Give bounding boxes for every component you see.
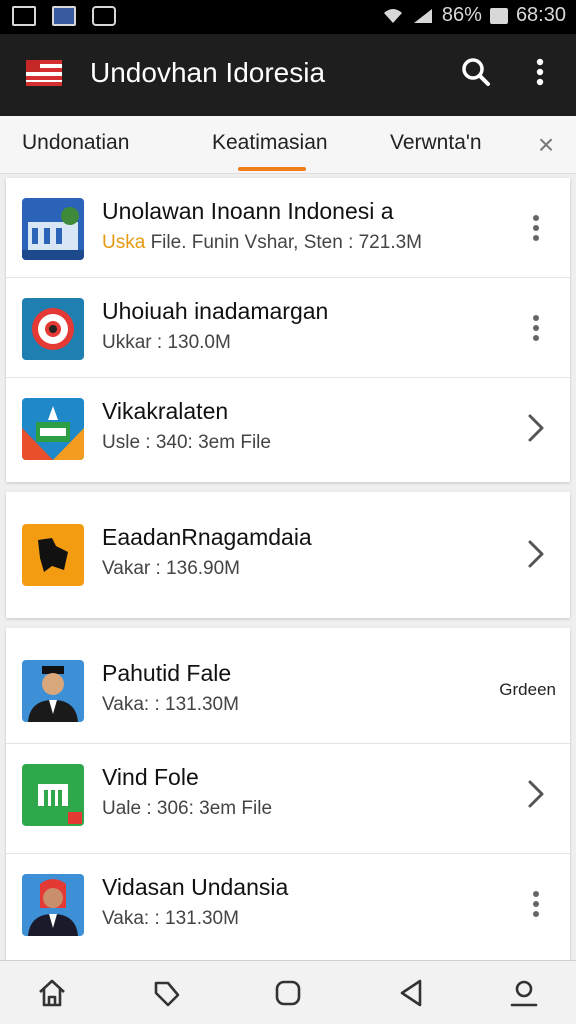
signal-icon: [413, 8, 432, 23]
tab-keatimasian[interactable]: Keatimasian: [212, 128, 328, 158]
list-item[interactable]: EaadanRnagamdaia Vakar : 136.90M: [6, 504, 570, 604]
item-subtitle-rest: File. Funin Vshar, Sten : 721.3M: [145, 232, 422, 253]
wifi-icon: [383, 8, 402, 23]
list-item[interactable]: Vidasan Undansia Vaka: : 131.30M: [6, 854, 570, 964]
more-vert-icon[interactable]: [524, 210, 548, 246]
portrait-red-icon: [22, 874, 84, 936]
building-icon: [22, 198, 84, 260]
chevron-right-icon[interactable]: [522, 776, 550, 812]
item-subtitle: Uale : 306: 3em File: [102, 798, 273, 819]
list-item[interactable]: Vind Fole Uale : 306: 3em File: [6, 744, 570, 854]
status-bar: 86% 68:30: [0, 0, 576, 34]
tab-verwntan[interactable]: Verwnta'n: [390, 128, 482, 158]
tab-bar: Undonatian Keatimasian Verwnta'n ×: [0, 116, 576, 174]
battery-icon: [489, 7, 508, 24]
list-item[interactable]: Pahutid Fale Vaka: : 131.30M Grdeen: [6, 640, 570, 744]
more-vert-icon[interactable]: [524, 310, 548, 346]
item-subtitle: Uska File. Funin Vshar, Sten : 721.3M: [102, 232, 422, 254]
item-subtitle: Usle : 340: 3em File: [102, 432, 271, 453]
item-title: Pahutid Fale: [102, 660, 232, 686]
item-title: EaadanRnagamdaia: [102, 524, 312, 550]
chevron-right-icon[interactable]: [522, 410, 550, 446]
close-icon[interactable]: ×: [530, 129, 562, 161]
profile-icon[interactable]: [506, 975, 542, 1011]
app-bar: Undovhan Idoresia: [0, 34, 576, 116]
item-subtitle: Vaka: : 131.30M: [102, 908, 239, 929]
list-item[interactable]: Uhoiuah inadamargan Ukkar : 130.0M: [6, 278, 570, 378]
list-item[interactable]: Vikakralaten Usle : 340: 3em File: [6, 378, 570, 478]
item-tag: Grdeen: [499, 680, 556, 699]
list-card: Pahutid Fale Vaka: : 131.30M Grdeen Vind…: [6, 628, 570, 964]
tab-indicator: [238, 167, 306, 171]
back-icon[interactable]: [394, 975, 430, 1011]
document-icon: [22, 398, 84, 460]
item-subtitle: Vaka: : 131.30M: [102, 694, 239, 715]
item-subtitle: Ukkar : 130.0M: [102, 332, 231, 353]
home-icon[interactable]: [34, 975, 70, 1011]
item-title: Unolawan Inoann Indonesi a: [102, 198, 394, 224]
notification-icons: [12, 6, 116, 26]
flag-icon: [26, 60, 62, 86]
item-title: Uhoiuah inadamargan: [102, 298, 329, 324]
item-title: Vidasan Undansia: [102, 874, 289, 900]
image-icon: [12, 6, 36, 26]
more-vert-icon[interactable]: [522, 54, 558, 90]
list-card: EaadanRnagamdaia Vakar : 136.90M: [6, 492, 570, 618]
list-card: Unolawan Inoann Indonesi a Uska File. Fu…: [6, 178, 570, 482]
clock-time: 68:30: [515, 4, 566, 26]
list-item[interactable]: Unolawan Inoann Indonesi a Uska File. Fu…: [6, 178, 570, 278]
green-building-icon: [22, 764, 84, 826]
bottom-nav-bar: [0, 960, 576, 1024]
mail-icon: [52, 6, 76, 26]
recents-icon[interactable]: [270, 975, 306, 1011]
item-subtitle-highlight: Uska: [102, 232, 146, 253]
chevron-right-icon[interactable]: [522, 536, 550, 572]
more-vert-icon[interactable]: [524, 886, 548, 922]
clock-icon: [92, 6, 116, 26]
item-title: Vind Fole: [102, 764, 199, 790]
item-title: Vikakralaten: [102, 398, 229, 424]
status-indicators: 86% 68:30: [382, 4, 566, 27]
battery-percent: 86%: [441, 4, 482, 26]
search-icon[interactable]: [458, 54, 494, 90]
red-circle-icon: [22, 298, 84, 360]
portrait-icon: [22, 660, 84, 722]
map-icon: [22, 524, 84, 586]
tab-undonatian[interactable]: Undonatian: [22, 128, 129, 158]
app-title: Undovhan Idoresia: [90, 57, 326, 88]
tag-icon[interactable]: [148, 975, 184, 1011]
item-subtitle: Vakar : 136.90M: [102, 558, 241, 579]
